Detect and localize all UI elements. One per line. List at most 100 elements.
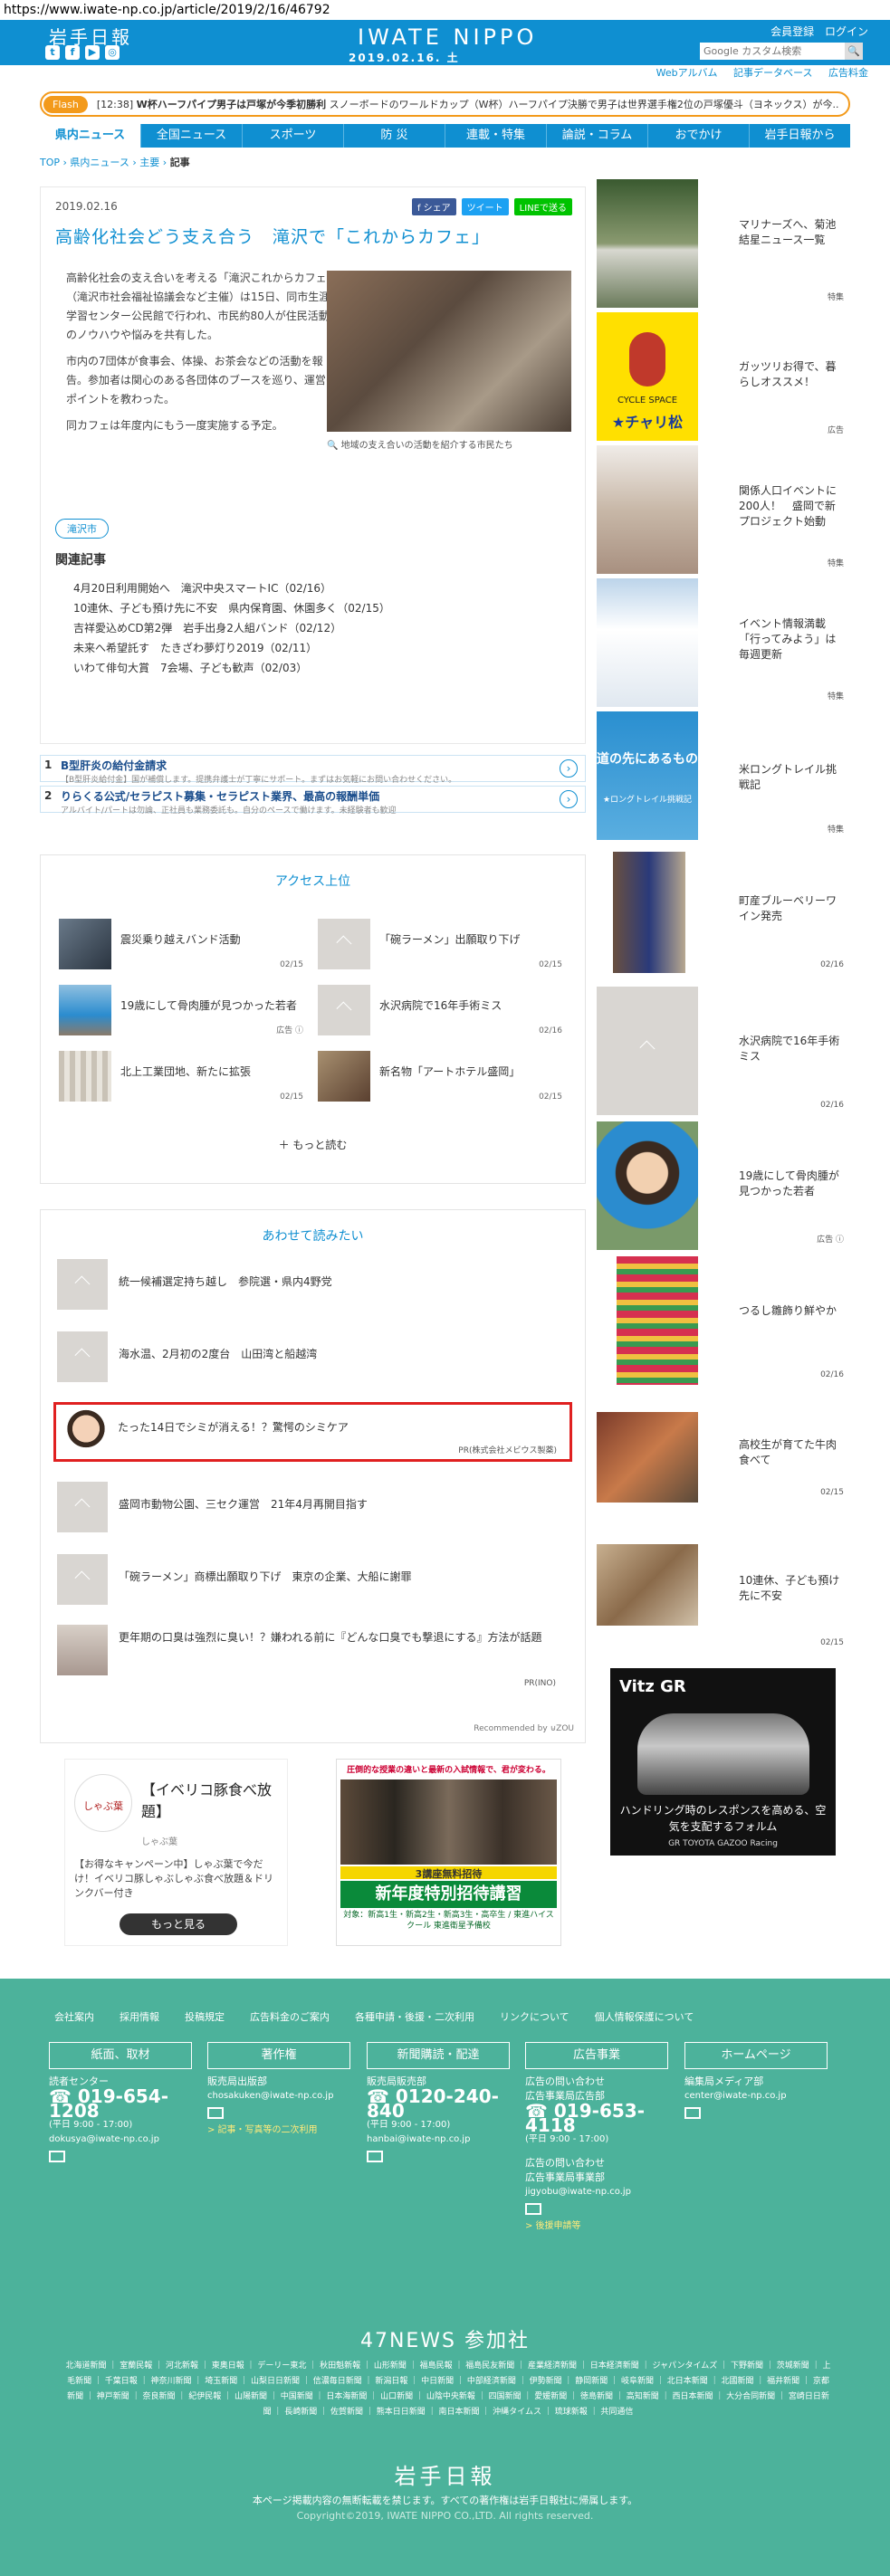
text-ad[interactable]: 2 りらくる公式/セラピスト募集・セラピスト業界、最高の報酬単価 アルバイト/パ…: [40, 786, 586, 816]
secondary-use-link[interactable]: > 記事・写真等の二次利用: [207, 2123, 361, 2138]
sidebar-item[interactable]: 高校生が育てた牛肉食べて 02/15: [597, 1412, 849, 1503]
sublink-database[interactable]: 記事データベース: [733, 67, 812, 79]
browser-url[interactable]: https://www.iwate-np.co.jp/article/2019/…: [0, 0, 890, 20]
twitter-share-button[interactable]: ツイート: [461, 198, 509, 215]
sidebar-date: 02/16: [820, 1370, 844, 1379]
facebook-share-button[interactable]: f シェア: [411, 198, 456, 215]
ranking-item[interactable]: 震災乗り越えバンド活動 02/15: [59, 919, 303, 969]
sidebar-item[interactable]: 町産ブルーベリーワイン発売 02/16: [597, 846, 849, 975]
sidebar-item[interactable]: 10連休、子ども預け先に不安 02/15: [597, 1544, 849, 1653]
twitter-icon[interactable]: t: [45, 45, 60, 60]
nav-series[interactable]: 連載・特集: [445, 124, 547, 148]
ranking-item[interactable]: 水沢病院で16年手術ミス 02/16: [318, 985, 562, 1035]
recommend-powered-by[interactable]: Recommended by ⊍ZOU: [474, 1724, 574, 1733]
read-more-button[interactable]: ＋ もっと読む: [41, 1137, 585, 1152]
email[interactable]: hanbai@iwate-np.co.jp: [367, 2132, 521, 2147]
car-ad[interactable]: Vitz GR ハンドリング時のレスポンスを高める、空気を支配するフォルム GR…: [610, 1668, 836, 1856]
sidebar-item[interactable]: イベント情報満載「行ってみよう」は毎週更新 特集: [597, 578, 849, 707]
sidebar-item[interactable]: 19歳にして骨肉腫が見つかった若者 広告 ⓘ: [597, 1121, 849, 1250]
mail-icon[interactable]: [525, 2203, 541, 2215]
sidebar-item[interactable]: 水沢病院で16年手術ミス 02/16: [597, 987, 849, 1115]
text-ad[interactable]: 1 B型肝炎の給付金請求 【B型肝炎給付金】国が補償します。提携弁護士が丁寧にサ…: [40, 755, 586, 785]
line-share-button[interactable]: LINEで送る: [513, 198, 572, 215]
shabuyo-ad[interactable]: しゃぶ葉 【イベリコ豚食べ放題】 しゃぶ葉 【お得なキャンペーン中】しゃぶ葉で今…: [64, 1759, 288, 1946]
chevron-right-icon[interactable]: ›: [560, 790, 578, 808]
youtube-icon[interactable]: ▶: [85, 45, 100, 60]
footer-link[interactable]: 採用情報: [120, 2009, 159, 2024]
footer-link[interactable]: リンクについて: [500, 2009, 569, 2024]
footer-box-subscription[interactable]: 新聞購読・配達: [367, 2042, 510, 2069]
email[interactable]: chosakuken@iwate-np.co.jp: [207, 2089, 361, 2104]
recommended-item[interactable]: 盛岡市動物公園、三セク運営 21年4月再開目指す: [57, 1482, 569, 1532]
flash-text[interactable]: [12:38] W杯ハーフパイプ男子は戸塚が今季初勝利 スノーボードのワールドカ…: [97, 97, 839, 111]
mail-icon[interactable]: [684, 2107, 701, 2119]
ranking-item[interactable]: 19歳にして骨肉腫が見つかった若者 広告 ⓘ: [59, 985, 303, 1035]
recommended-item[interactable]: 統一候補選定持ち越し 参院選・県内4野党: [57, 1259, 569, 1310]
sidebar-item[interactable]: つるし雛飾り鮮やか 02/16: [597, 1256, 849, 1385]
flash-news-bar[interactable]: Flash [12:38] W杯ハーフパイプ男子は戸塚が今季初勝利 スノーボード…: [40, 91, 850, 117]
login-link[interactable]: ログイン: [825, 25, 868, 38]
search-input[interactable]: [700, 43, 845, 60]
sublink-album[interactable]: Webアルバム: [656, 67, 718, 79]
nav-sports[interactable]: スポーツ: [243, 124, 344, 148]
email[interactable]: center@iwate-np.co.jp: [684, 2089, 838, 2104]
toshin-ad[interactable]: 圧倒的な授業の違いと最新の入試情報で、君が変わる。 3講座無料招待 新年度特別招…: [336, 1759, 561, 1946]
sidebar-title: 高校生が育てた牛肉食べて: [739, 1438, 837, 1466]
crumb-prefecture[interactable]: 県内ニュース: [70, 157, 129, 168]
related-link[interactable]: 吉祥愛込めCD第2弾 岩手出身2人組バンド（02/12）: [73, 618, 390, 638]
sponsored-item-highlighted[interactable]: たった14日でシミが消える！？驚愕のシミケア PR(株式会社メビウス製薬): [53, 1402, 572, 1462]
footer-box-homepage[interactable]: ホームページ: [684, 2042, 828, 2069]
nav-national-news[interactable]: 全国ニュース: [141, 124, 243, 148]
mail-icon[interactable]: [49, 2151, 65, 2162]
shabuyo-more-button[interactable]: もっと見る: [120, 1913, 237, 1935]
sidebar-item[interactable]: 関係人口イベントに200人！ 盛岡で新プロジェクト始動 特集: [597, 445, 849, 574]
related-link[interactable]: 未来へ希望託す たきざわ夢灯り2019（02/11）: [73, 638, 390, 658]
related-link[interactable]: いわて俳句大賞 7会場、子ども歓声（02/03）: [73, 658, 390, 678]
footer-link[interactable]: 広告料金のご案内: [250, 2009, 330, 2024]
ranking-item[interactable]: 新名物「アートホテル盛岡」 02/15: [318, 1051, 562, 1102]
ranking-item[interactable]: 「碗ラーメン」出願取り下げ 02/15: [318, 919, 562, 969]
nav-disaster[interactable]: 防 災: [344, 124, 445, 148]
register-link[interactable]: 会員登録: [770, 25, 814, 38]
toshin-headline: 新年度特別招待講習: [340, 1881, 557, 1908]
mail-icon[interactable]: [367, 2151, 383, 2162]
ranking-item[interactable]: 北上工業団地、新たに拡張 02/15: [59, 1051, 303, 1102]
email[interactable]: dokusya@iwate-np.co.jp: [49, 2132, 194, 2147]
sublink-ad-rates[interactable]: 広告料金: [828, 67, 868, 79]
tag-takizawa[interactable]: 滝沢市: [55, 519, 109, 539]
mail-icon[interactable]: [207, 2107, 224, 2119]
sponsorship-link[interactable]: > 後援申請等: [525, 2219, 679, 2234]
footer-link[interactable]: 各種申請・後援・二次利用: [355, 2009, 474, 2024]
footer-box-advertising[interactable]: 広告事業: [525, 2042, 668, 2069]
ad-number: 1: [44, 758, 53, 771]
recommended-title: 統一候補選定持ち越し 参院選・県内4野党: [119, 1275, 332, 1288]
article-photo[interactable]: [327, 271, 571, 432]
recommended-item[interactable]: 海水温、2月初の2度台 山田湾と船越湾: [57, 1331, 569, 1382]
footer-logo[interactable]: 岩手日報: [0, 2458, 890, 2490]
sidebar-item[interactable]: マリナーズへ、菊池結星ニュース一覧 特集: [597, 179, 849, 308]
search-button[interactable]: 🔍: [845, 43, 863, 60]
chevron-right-icon[interactable]: ›: [560, 759, 578, 778]
related-link[interactable]: 10連休、子ども預け先に不安 県内保育園、休園多く（02/15）: [73, 598, 390, 618]
crumb-top[interactable]: TOP: [40, 157, 60, 168]
site-logo-en[interactable]: IWATE NIPPO: [358, 24, 537, 50]
recommended-item[interactable]: 「碗ラーメン」商標出願取り下げ 東京の企業、大船に謝罪: [57, 1554, 569, 1605]
footer-link[interactable]: 投稿規定: [185, 2009, 225, 2024]
instagram-icon[interactable]: ◎: [105, 45, 120, 60]
footer-box-editorial[interactable]: 紙面、取材: [49, 2042, 192, 2069]
recommended-item[interactable]: 更年期の口臭は強烈に臭い！？嫌われる前に『どんな口臭でも撃退にする』方法が話題 …: [57, 1625, 569, 1688]
footer-link[interactable]: 個人情報保護について: [595, 2009, 694, 2024]
nav-outing[interactable]: おでかけ: [648, 124, 750, 148]
related-link[interactable]: 4月20日利用開始へ 滝沢中央スマートIC（02/16）: [73, 578, 390, 598]
facebook-icon[interactable]: f: [65, 45, 80, 60]
nav-prefecture-news[interactable]: 県内ニュース: [40, 124, 141, 148]
nav-editorial[interactable]: 論説・コラム: [547, 124, 648, 148]
news47-partners[interactable]: 北海道新聞 ｜ 室蘭民報 ｜ 河北新報 ｜ 東奥日報 ｜ デーリー東北 ｜ 秋田…: [63, 2359, 833, 2420]
email[interactable]: jigyobu@iwate-np.co.jp: [525, 2185, 679, 2199]
footer-box-copyright[interactable]: 著作権: [207, 2042, 350, 2069]
crumb-main[interactable]: 主要: [139, 157, 159, 168]
sidebar-item[interactable]: 道の先にあるもの ★ロングトレイル挑戦記 米ロングトレイル挑戦記 特集: [597, 711, 849, 840]
footer-link[interactable]: 会社案内: [54, 2009, 94, 2024]
sidebar-item[interactable]: CYCLE SPACE ★チャリ松 ガッツリお得で、暮らしオススメ！ 広告: [597, 312, 849, 441]
nav-from-nippo[interactable]: 岩手日報から: [750, 124, 850, 148]
